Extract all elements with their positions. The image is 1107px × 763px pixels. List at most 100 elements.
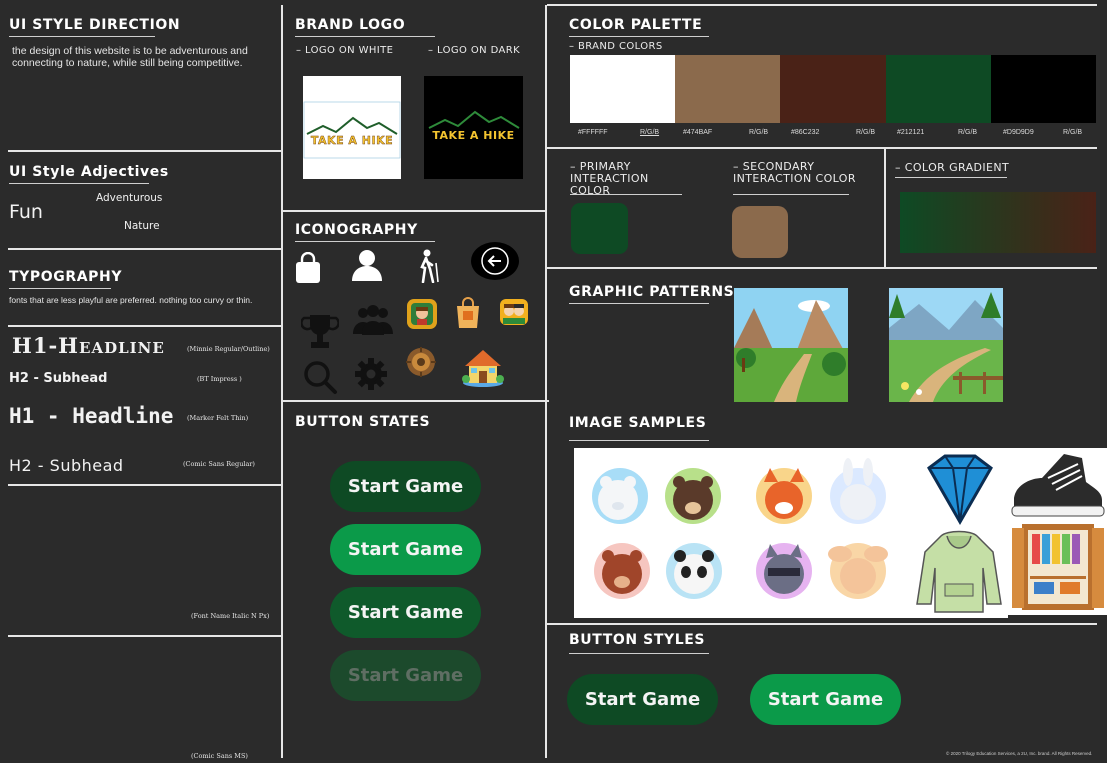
shop-bag-icon: [454, 297, 482, 329]
primary-interaction-swatch: [571, 203, 628, 254]
divider: [8, 248, 281, 250]
logo-on-dark-label: – LOGO ON DARK: [428, 45, 521, 56]
secondary-interaction-label: – SECONDARY INTERACTION COLOR: [733, 160, 856, 185]
start-game-button-secondary[interactable]: Start Game: [750, 674, 901, 725]
trophy-icon: [300, 311, 340, 351]
title-underline: [569, 653, 709, 654]
logo-on-white-label: – LOGO ON WHITE: [296, 45, 394, 56]
swatch-rgb: R/G/B: [958, 129, 978, 136]
style-direction-text: the design of this website is to be adve…: [12, 45, 248, 69]
adjective-nature: Nature: [124, 220, 160, 232]
primary-interaction-label: – PRIMARY INTERACTION COLOR: [570, 160, 649, 197]
search-icon: [301, 358, 339, 396]
adjective-fun: Fun: [9, 201, 43, 223]
divider: [547, 147, 1097, 149]
swatch-hex: #FFFFFF: [578, 129, 608, 136]
iconography-title: ICONOGRAPHY: [295, 222, 418, 238]
swatch-hex: #474BAF: [683, 129, 713, 136]
title-underline: [733, 194, 849, 195]
start-game-button-primary[interactable]: Start Game: [567, 674, 718, 725]
friends-icon: [499, 298, 529, 326]
typo-font-name: (Minnie Regular/Outline): [187, 345, 270, 353]
swatch-rgb: R/G/B: [856, 129, 876, 136]
image-samples-title: IMAGE SAMPLES: [569, 415, 707, 431]
title-underline: [9, 36, 155, 37]
adjective-adventurous: Adventurous: [96, 192, 163, 204]
divider: [283, 400, 549, 402]
logo-on-white: TAKE A HIKE: [303, 76, 401, 179]
typo-sample-h2-comic: H2 - Subhead: [9, 456, 124, 475]
swatch-hex: #212121: [897, 129, 925, 136]
back-arrow-icon[interactable]: [470, 241, 520, 281]
swatch-4: [991, 55, 1096, 123]
character-badge-icon: [406, 298, 438, 330]
hiker-icon: [413, 248, 443, 284]
image-sample-diamond: [911, 448, 1008, 528]
typo-font-name: (Marker Felt Thin): [187, 414, 249, 422]
button-states-title: BUTTON STATES: [295, 414, 431, 430]
swatch-rgb: R/G/B: [749, 129, 769, 136]
divider: [8, 325, 281, 327]
title-underline: [569, 36, 709, 37]
image-sample-animal-avatars: [574, 448, 911, 618]
color-gradient-swatch: [900, 192, 1096, 253]
divider: [8, 150, 281, 152]
color-gradient-label: – COLOR GRADIENT: [895, 161, 1010, 174]
swatch-rgb: R/G/B: [640, 129, 660, 136]
swatch-1: [675, 55, 780, 123]
house-icon: [460, 346, 506, 388]
title-underline: [569, 440, 709, 441]
pattern-image-forest: [889, 288, 1003, 402]
user-icon: [349, 247, 385, 283]
start-game-button-active[interactable]: Start Game: [330, 587, 481, 638]
title-underline: [9, 183, 149, 184]
typography-note: fonts that are less playful are preferre…: [9, 295, 253, 305]
typo-font-name: (Comic Sans MS): [191, 752, 248, 760]
adjectives-title: UI Style Adjectives: [9, 164, 169, 180]
divider: [547, 267, 1097, 269]
swatch-0: [570, 55, 675, 123]
graphic-patterns-title: GRAPHIC PATTERNS: [569, 284, 735, 300]
swatch-rgb: R/G/B: [1063, 129, 1083, 136]
secondary-interaction-swatch: [732, 206, 788, 258]
logo-on-dark: TAKE A HIKE: [424, 76, 523, 179]
title-underline: [295, 241, 435, 242]
typo-sample-h1-marker: H1 - Headline: [9, 404, 174, 428]
typo-font-name: (Comic Sans Regular): [183, 460, 255, 468]
start-game-button-default[interactable]: Start Game: [330, 461, 481, 512]
title-underline: [295, 36, 435, 37]
title-underline: [569, 303, 709, 304]
shopping-bag-icon: [293, 251, 323, 285]
title-underline: [9, 288, 111, 289]
typo-font-placeholder: (Font Name Italic N Px): [191, 612, 270, 620]
image-sample-hoodie: [911, 528, 1008, 618]
button-styles-title: BUTTON STYLES: [569, 632, 706, 648]
image-sample-wardrobe: [1008, 520, 1107, 615]
brand-colors-label: – BRAND COLORS: [569, 41, 663, 52]
color-palette-title: COLOR PALETTE: [569, 17, 703, 33]
divider: [8, 635, 281, 637]
start-game-button-hover[interactable]: Start Game: [330, 524, 481, 575]
swatch-hex: #D9D9D9: [1003, 129, 1034, 136]
divider: [545, 5, 547, 758]
gear-badge-icon: [404, 345, 438, 379]
settings-icon: [353, 356, 389, 392]
typo-font-name: (BT Impress ): [197, 375, 242, 383]
group-icon: [351, 303, 395, 337]
pattern-image-canyon: [734, 288, 848, 402]
divider: [884, 148, 886, 268]
start-game-button-disabled: Start Game: [330, 650, 481, 701]
title-underline: [895, 177, 1007, 178]
swatch-2: [780, 55, 886, 123]
divider: [281, 5, 283, 758]
image-sample-sneaker: [1008, 448, 1107, 528]
swatch-hex: #86C232: [791, 129, 820, 136]
divider: [547, 623, 1097, 625]
divider: [8, 484, 281, 486]
logo-text: TAKE A HIKE: [310, 134, 394, 147]
typography-title: TYPOGRAPHY: [9, 269, 123, 285]
divider: [283, 210, 545, 212]
footer-copyright: © 2020 Trilogy Education Services, a 2U,…: [946, 751, 1093, 756]
typo-sample-h2-impress: H2 - Subhead: [9, 371, 108, 386]
logo-text: TAKE A HIKE: [432, 129, 515, 142]
